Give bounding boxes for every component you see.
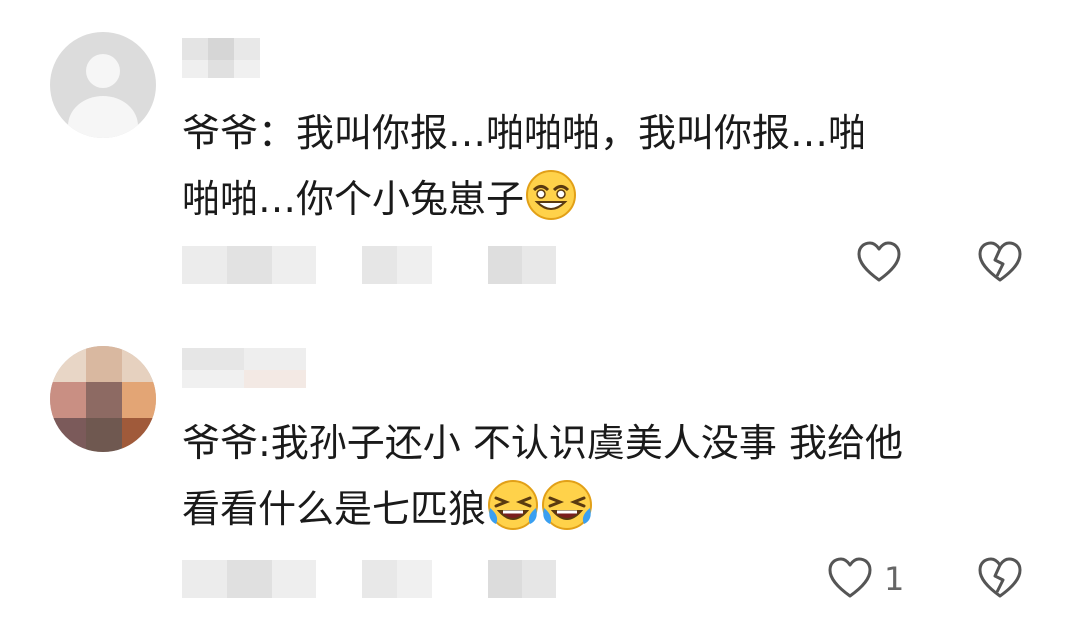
comment-text-line: 爷爷:我孙子还小 不认识虞美人没事 我给他 — [182, 421, 903, 465]
username-blurred[interactable] — [182, 348, 306, 388]
like-count: 1 — [884, 560, 905, 598]
comment-location-blurred — [362, 246, 432, 284]
comment-time-blurred — [182, 560, 316, 598]
squinting-smile-emoji-icon — [524, 168, 578, 222]
reply-button-blurred[interactable] — [488, 246, 556, 284]
reply-button-blurred[interactable] — [488, 560, 556, 598]
username-blurred[interactable] — [182, 38, 260, 78]
heart-outline-icon[interactable] — [855, 240, 903, 286]
avatar[interactable] — [50, 32, 156, 138]
comment-location-blurred — [362, 560, 432, 598]
comment-time-blurred — [182, 246, 316, 284]
comment-text-line: 爷爷：我叫你报…啪啪啪，我叫你报…啪 — [182, 111, 867, 155]
comment-item: 爷爷:我孙子还小 不认识虞美人没事 我给他 看看什么是七匹狼 1 — [0, 310, 1080, 619]
broken-heart-icon[interactable] — [976, 240, 1024, 286]
crying-laughing-emoji-icon — [486, 478, 540, 532]
crying-laughing-emoji-icon — [540, 478, 594, 532]
heart-outline-icon[interactable] — [826, 556, 874, 602]
broken-heart-icon[interactable] — [976, 556, 1024, 602]
comment-item: 爷爷：我叫你报…啪啪啪，我叫你报…啪 啪啪…你个小兔崽子 — [0, 0, 1080, 310]
avatar[interactable] — [50, 346, 156, 452]
comment-text: 爷爷:我孙子还小 不认识虞美人没事 我给他 看看什么是七匹狼 — [182, 410, 1042, 542]
comment-text-line: 看看什么是七匹狼 — [182, 487, 487, 531]
comment-text: 爷爷：我叫你报…啪啪啪，我叫你报…啪 啪啪…你个小兔崽子 — [182, 100, 1042, 232]
comment-text-line: 啪啪…你个小兔崽子 — [182, 177, 525, 221]
